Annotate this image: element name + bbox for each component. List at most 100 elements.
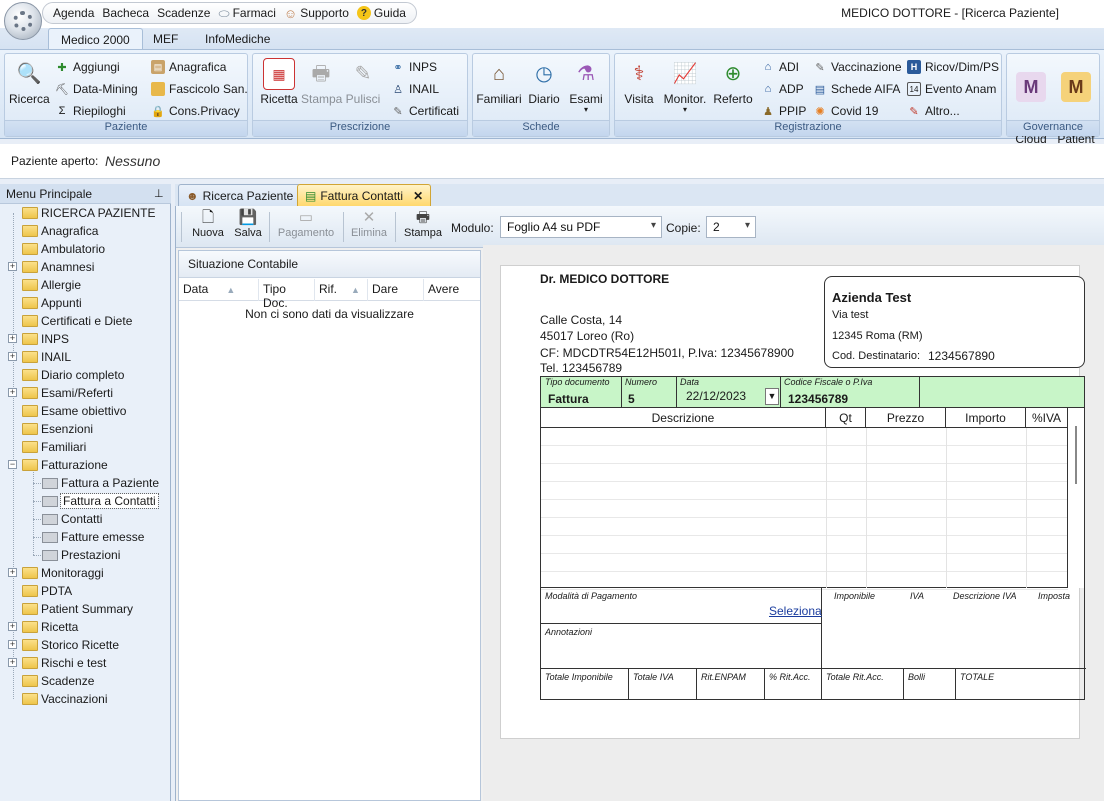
quick-bacheca[interactable]: Bacheca xyxy=(102,6,149,20)
inail-button[interactable]: ♙ INAIL xyxy=(391,80,439,98)
menu-item-fatturazione[interactable]: − Fatturazione xyxy=(8,456,108,474)
col-dare[interactable]: Dare xyxy=(368,279,424,301)
expand-icon[interactable]: + xyxy=(8,640,17,649)
quick-guida[interactable]: ? Guida xyxy=(356,6,406,20)
cf-cell[interactable]: Codice Fiscale o P.Iva 123456789 xyxy=(781,377,920,407)
tab-ricerca-paziente[interactable]: ☻ Ricerca Paziente xyxy=(178,184,302,206)
col-avere[interactable]: Avere xyxy=(424,279,480,301)
expand-icon[interactable]: + xyxy=(8,334,17,343)
data-cell[interactable]: Data 22/12/2023 ▼ xyxy=(677,377,781,407)
menu-item-ricetta[interactable]: + Ricetta xyxy=(8,618,78,636)
stampa-ribbon-button[interactable]: 🖶 Stampa xyxy=(301,58,342,106)
tab-infomediche[interactable]: InfoMediche xyxy=(193,28,282,50)
app-menu-button[interactable] xyxy=(4,2,42,40)
riepiloghi-button[interactable]: Σ Riepiloghi xyxy=(55,102,126,120)
menu-item-fattura-a-contatti[interactable]: Fattura a Contatti xyxy=(42,492,159,510)
menu-item-familiari[interactable]: Familiari xyxy=(22,438,86,456)
menu-item-certificati-e-diete[interactable]: Certificati e Diete xyxy=(22,312,132,330)
anagrafica-button[interactable]: ▤ Anagrafica xyxy=(151,58,226,76)
menu-item-allergie[interactable]: Allergie xyxy=(22,276,81,294)
ricetta-button[interactable]: ▦ Ricetta xyxy=(257,58,301,106)
collapse-icon[interactable]: − xyxy=(8,460,17,469)
menu-item-anagrafica[interactable]: Anagrafica xyxy=(22,222,98,240)
menu-item-vaccinazioni[interactable]: Vaccinazioni xyxy=(22,690,107,708)
menu-item-fatture-emesse[interactable]: Fatture emesse xyxy=(42,528,144,546)
vaccinazione-button[interactable]: ✎ Vaccinazione xyxy=(813,58,901,76)
expand-icon[interactable]: + xyxy=(8,352,17,361)
menu-item-contatti[interactable]: Contatti xyxy=(42,510,102,528)
quick-farmaci[interactable]: ⬭ Farmaci xyxy=(218,6,275,20)
schede-aifa-button[interactable]: ▤ Schede AIFA xyxy=(813,80,901,98)
copie-select[interactable]: 2 ▾ xyxy=(706,216,756,238)
expand-icon[interactable]: + xyxy=(8,658,17,667)
menu-item-diario-completo[interactable]: Diario completo xyxy=(22,366,124,384)
quick-scadenze[interactable]: Scadenze xyxy=(157,6,210,20)
menu-item-appunti[interactable]: Appunti xyxy=(22,294,82,312)
esami-button[interactable]: ⚗ Esami ▾ xyxy=(567,58,605,114)
menu-item-rischi-e-test[interactable]: + Rischi e test xyxy=(8,654,106,672)
menu-item-monitoraggi[interactable]: + Monitoraggi xyxy=(8,564,104,582)
menu-item-patient-summary[interactable]: Patient Summary xyxy=(22,600,133,618)
ricerca-button[interactable]: 🔍 Ricerca xyxy=(9,58,50,106)
menu-item-anamnesi[interactable]: + Anamnesi xyxy=(8,258,94,276)
covid-button[interactable]: ✺ Covid 19 xyxy=(813,102,878,120)
close-icon[interactable]: ✕ xyxy=(413,189,423,203)
ppip-button[interactable]: ♟ PPIP xyxy=(761,102,806,120)
tab-mef[interactable]: MEF xyxy=(141,28,190,50)
menu-item-esami-referti[interactable]: + Esami/Referti xyxy=(8,384,113,402)
data-mining-button[interactable]: ⛏ Data-Mining xyxy=(55,80,138,98)
nuova-button[interactable]: 🗋 Nuova xyxy=(190,209,226,239)
menu-item-fattura-a-paziente[interactable]: Fattura a Paziente xyxy=(42,474,159,492)
fascicolo-button[interactable]: Fascicolo San. xyxy=(151,80,248,98)
certificati-button[interactable]: ✎ Certificati xyxy=(391,102,459,120)
expand-icon[interactable]: + xyxy=(8,262,17,271)
salva-button[interactable]: 💾 Salva xyxy=(231,209,265,239)
visita-button[interactable]: ⚕ Visita xyxy=(619,58,659,106)
notes-section[interactable]: Annotazioni xyxy=(541,624,822,668)
numero-cell[interactable]: Numero 5 xyxy=(622,377,677,407)
tipo-doc-cell[interactable]: Tipo documento Fattura xyxy=(541,377,622,407)
aggiungi-button[interactable]: ✚ Aggiungi xyxy=(55,58,119,76)
tab-fattura-contatti[interactable]: ▤ Fattura Contatti ✕ xyxy=(297,184,432,206)
cons-privacy-button[interactable]: 🔒 Cons.Privacy xyxy=(151,102,240,120)
stampa-button[interactable]: 🖶 Stampa xyxy=(401,209,445,239)
familiari-button[interactable]: ⌂ Familiari xyxy=(475,58,523,106)
menu-item-inps[interactable]: + INPS xyxy=(8,330,69,348)
referto-button[interactable]: ⊕ Referto xyxy=(711,58,755,106)
pin-icon[interactable]: ⊥ xyxy=(154,187,164,200)
diario-button[interactable]: ◷ Diario xyxy=(525,58,563,106)
menu-item-pdta[interactable]: PDTA xyxy=(22,582,72,600)
monitor-button[interactable]: 📈 Monitor. ▾ xyxy=(661,58,709,114)
adp-button[interactable]: ⌂ ADP xyxy=(761,80,804,98)
elimina-button[interactable]: ✕ Elimina xyxy=(348,209,390,239)
col-data[interactable]: Data ▲ xyxy=(179,279,259,301)
menu-item-esenzioni[interactable]: Esenzioni xyxy=(22,420,93,438)
evento-anam-button[interactable]: 14 Evento Anam xyxy=(907,80,996,98)
col-tipo-doc[interactable]: Tipo Doc. xyxy=(259,279,315,310)
menu-item-ambulatorio[interactable]: Ambulatorio xyxy=(22,240,105,258)
menu-item-storico-ricette[interactable]: + Storico Ricette xyxy=(8,636,119,654)
menu-item-prestazioni[interactable]: Prestazioni xyxy=(42,546,120,564)
menu-item-scadenze[interactable]: Scadenze xyxy=(22,672,94,690)
grid-scrollbar[interactable] xyxy=(1067,408,1084,588)
date-dropdown-icon[interactable]: ▼ xyxy=(765,388,779,405)
seleziona-link[interactable]: Seleziona xyxy=(769,604,822,618)
expand-icon[interactable]: + xyxy=(8,388,17,397)
expand-icon[interactable]: + xyxy=(8,622,17,631)
modulo-select[interactable]: Foglio A4 su PDF ▾ xyxy=(500,216,662,238)
quick-agenda[interactable]: Agenda xyxy=(53,6,94,20)
pulisci-button[interactable]: ✎ Pulisci xyxy=(343,58,383,106)
col-rif[interactable]: Rif. ▲ xyxy=(315,279,368,301)
ricov-button[interactable]: H Ricov/Dim/PS xyxy=(907,58,999,76)
altro-button[interactable]: ✎ Altro... xyxy=(907,102,959,120)
adi-button[interactable]: ⌂ ADI xyxy=(761,58,799,76)
menu-item-ricerca-paziente[interactable]: RICERCA PAZIENTE xyxy=(22,204,155,222)
tab-medico-2000[interactable]: Medico 2000 xyxy=(48,28,143,50)
inps-button[interactable]: ⚭ INPS xyxy=(391,58,437,76)
expand-icon[interactable]: + xyxy=(8,568,17,577)
pagamento-button[interactable]: ▭ Pagamento xyxy=(274,209,338,239)
menu-item-inail[interactable]: + INAIL xyxy=(8,348,71,366)
menu-item-esame-obiettivo[interactable]: Esame obiettivo xyxy=(22,402,126,420)
quick-supporto[interactable]: ☺ Supporto xyxy=(284,6,349,20)
items-grid[interactable]: Descrizione Qt Prezzo Importo %IVA xyxy=(540,408,1085,590)
